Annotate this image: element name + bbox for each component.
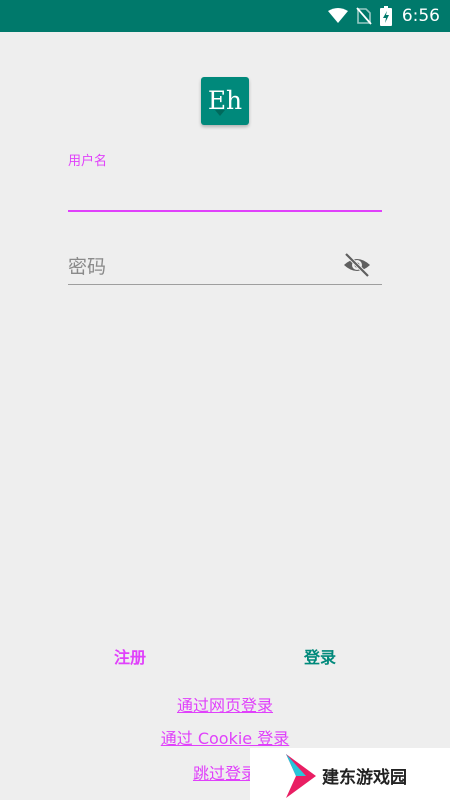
status-icons: 6:56	[327, 0, 440, 32]
watermark-logo-icon	[286, 754, 316, 798]
password-input[interactable]: 密码	[68, 252, 106, 279]
app-logo: Eh	[201, 77, 249, 125]
battery-charging-icon	[379, 6, 392, 26]
web-login-link[interactable]: 通过网页登录	[0, 692, 450, 716]
no-sim-icon	[356, 7, 372, 25]
status-time: 6:56	[401, 6, 440, 26]
username-input[interactable]	[68, 210, 382, 212]
register-button[interactable]: 注册	[80, 644, 180, 668]
wifi-icon	[327, 8, 348, 24]
cookie-login-link[interactable]: 通过 Cookie 登录	[0, 725, 450, 749]
status-bar: 6:56	[0, 0, 450, 32]
password-underline	[68, 284, 382, 285]
watermark: 建东游戏园	[250, 748, 450, 800]
username-label: 用户名	[68, 154, 108, 169]
visibility-off-icon[interactable]	[342, 252, 372, 278]
logo-mark-icon	[215, 110, 225, 116]
watermark-text: 建东游戏园	[322, 768, 407, 788]
app-logo-text: Eh	[207, 86, 243, 115]
login-button[interactable]: 登录	[270, 644, 370, 668]
